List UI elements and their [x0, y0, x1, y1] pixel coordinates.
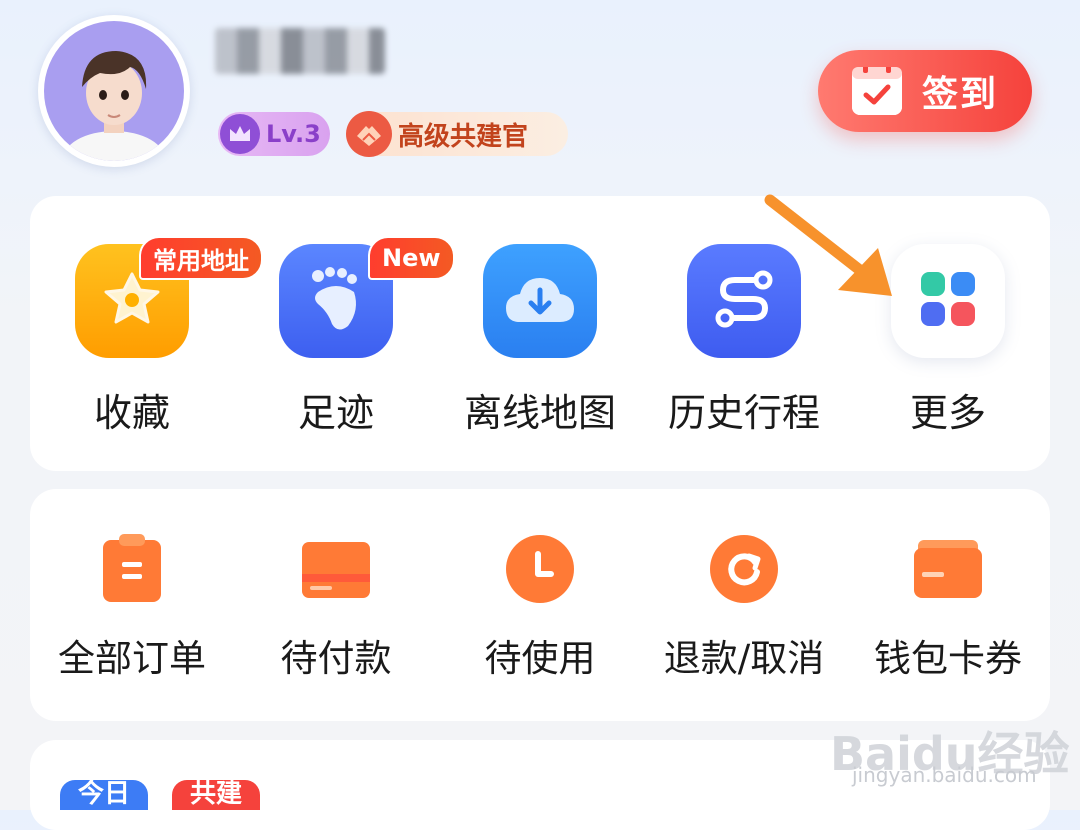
- avatar-image: [44, 21, 184, 161]
- favorites-label: 收藏: [93, 391, 170, 435]
- card-icon: [302, 538, 370, 604]
- to-use-button[interactable]: [505, 534, 575, 608]
- pending-payment-label: 待付款: [280, 637, 392, 680]
- title-badge[interactable]: 高级共建官: [346, 111, 568, 157]
- username-blurred: [215, 28, 385, 74]
- footprint-icon: [306, 264, 366, 338]
- pending-payment-button[interactable]: [301, 536, 371, 606]
- clock-icon: [505, 534, 575, 608]
- footprint-label: 足迹: [297, 391, 374, 435]
- pointer-arrow-icon: [764, 194, 892, 296]
- offline-map-label: 离线地图: [463, 391, 616, 435]
- signin-label: 签到: [922, 74, 999, 115]
- tag-new: New: [368, 236, 455, 280]
- avatar[interactable]: [38, 15, 190, 167]
- signin-button[interactable]: 签到: [818, 50, 1032, 132]
- wallet-button[interactable]: [913, 536, 983, 606]
- crown-icon: [220, 114, 260, 154]
- more-label: 更多: [909, 391, 986, 435]
- wallet-label: 钱包卡券: [874, 637, 1022, 680]
- watermark-url: jingyan.baidu.com: [852, 763, 1037, 787]
- clipboard-icon: [101, 534, 163, 608]
- wallet-icon: [914, 538, 982, 604]
- handshake-icon: [346, 111, 392, 157]
- refund-icon: [709, 534, 779, 608]
- calendar-check-icon: [852, 63, 902, 115]
- cocreate-pill: 共建: [172, 779, 261, 810]
- today-pill: 今日: [60, 779, 149, 810]
- title-text: 高级共建官: [398, 121, 529, 152]
- all-orders-button[interactable]: [97, 534, 167, 608]
- offline-map-button[interactable]: [483, 244, 597, 358]
- trip-history-label: 历史行程: [667, 391, 820, 435]
- cloud-download-icon: [504, 272, 576, 330]
- level-text: Lv.3: [266, 120, 321, 148]
- refund-button[interactable]: [709, 534, 779, 608]
- refund-label: 退款/取消: [663, 637, 825, 680]
- to-use-label: 待使用: [484, 637, 596, 680]
- level-badge[interactable]: Lv.3: [218, 112, 330, 156]
- tag-common-address: 常用地址: [139, 236, 263, 280]
- all-orders-label: 全部订单: [58, 637, 206, 680]
- grid-icon: [919, 270, 977, 332]
